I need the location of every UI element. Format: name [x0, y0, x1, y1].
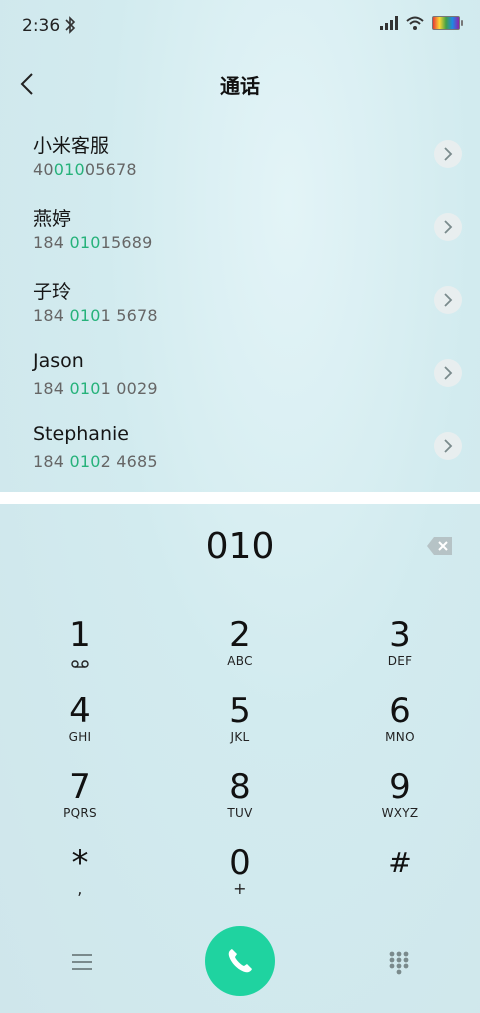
- matched-digits: 010: [53, 160, 85, 179]
- chevron-right-icon: [444, 147, 453, 161]
- wifi-icon: [406, 16, 424, 30]
- contact-detail-button[interactable]: [434, 359, 462, 387]
- call-button[interactable]: [205, 926, 275, 996]
- page-title: 通话: [220, 74, 260, 98]
- key-2[interactable]: 2 ABC: [180, 616, 300, 686]
- contact-number: 184 0102 4685: [33, 452, 158, 471]
- panel-divider: [0, 492, 480, 504]
- contact-item[interactable]: Stephanie 184 0102 4685: [0, 412, 480, 485]
- dialer-panel: 010 1 2 ABC 3 DEF 4 GHI 5 JKL 6 MNO 7 PQ…: [0, 504, 480, 1013]
- matched-digits: 010: [69, 452, 101, 471]
- contact-name: 小米客服: [33, 135, 110, 157]
- contact-number: 4001005678: [33, 160, 137, 179]
- contact-item[interactable]: Jason 184 0101 0029: [0, 339, 480, 412]
- contact-item[interactable]: 燕婷 184 01015689: [0, 193, 480, 266]
- contact-number: 184 0101 0029: [33, 379, 158, 398]
- contact-name: Jason: [33, 350, 84, 372]
- matched-digits: 010: [69, 233, 101, 252]
- status-icons: [380, 16, 463, 30]
- key-4[interactable]: 4 GHI: [20, 692, 140, 762]
- contact-name: 子玲: [33, 281, 72, 303]
- key-3[interactable]: 3 DEF: [340, 616, 460, 686]
- contact-detail-button[interactable]: [434, 140, 462, 168]
- status-time: 2:36: [22, 16, 61, 36]
- signal-icon: [380, 16, 398, 30]
- contact-number: 184 0101 5678: [33, 306, 158, 325]
- key-5[interactable]: 5 JKL: [180, 692, 300, 762]
- contact-number: 184 01015689: [33, 233, 153, 252]
- key-star[interactable]: * ,: [20, 844, 140, 914]
- contact-name: 燕婷: [33, 208, 72, 230]
- key-1[interactable]: 1: [20, 616, 140, 686]
- dialed-number[interactable]: 010: [0, 526, 480, 567]
- matched-digits: 010: [69, 379, 101, 398]
- chevron-right-icon: [444, 439, 453, 453]
- key-8[interactable]: 8 TUV: [180, 768, 300, 838]
- contact-detail-button[interactable]: [434, 286, 462, 314]
- app-header: 通话: [0, 56, 480, 112]
- chevron-right-icon: [444, 293, 453, 307]
- menu-icon[interactable]: [70, 950, 94, 974]
- contact-detail-button[interactable]: [434, 432, 462, 460]
- contact-item[interactable]: 小米客服 4001005678: [0, 120, 480, 193]
- key-9[interactable]: 9 WXYZ: [340, 768, 460, 838]
- chevron-right-icon: [444, 366, 453, 380]
- voicemail-icon: [71, 660, 89, 668]
- key-6[interactable]: 6 MNO: [340, 692, 460, 762]
- backspace-icon[interactable]: [426, 536, 454, 556]
- dialer-bottom-bar: [0, 924, 480, 1004]
- key-hash[interactable]: #: [340, 844, 460, 914]
- key-7[interactable]: 7 PQRS: [20, 768, 140, 838]
- keypad-toggle-icon[interactable]: [388, 950, 410, 976]
- chevron-right-icon: [444, 220, 453, 234]
- contact-suggestions: 小米客服 4001005678 燕婷 184 01015689 子玲 184 0…: [0, 120, 480, 492]
- key-0[interactable]: 0 +: [180, 844, 300, 914]
- matched-digits: 010: [69, 306, 101, 325]
- contact-detail-button[interactable]: [434, 213, 462, 241]
- contact-item[interactable]: 子玲 184 0101 5678: [0, 266, 480, 339]
- battery-icon: [432, 16, 463, 30]
- contact-name: Stephanie: [33, 423, 129, 445]
- bluetooth-icon: [65, 16, 76, 34]
- status-bar: 2:36: [0, 0, 480, 52]
- phone-icon: [228, 949, 252, 973]
